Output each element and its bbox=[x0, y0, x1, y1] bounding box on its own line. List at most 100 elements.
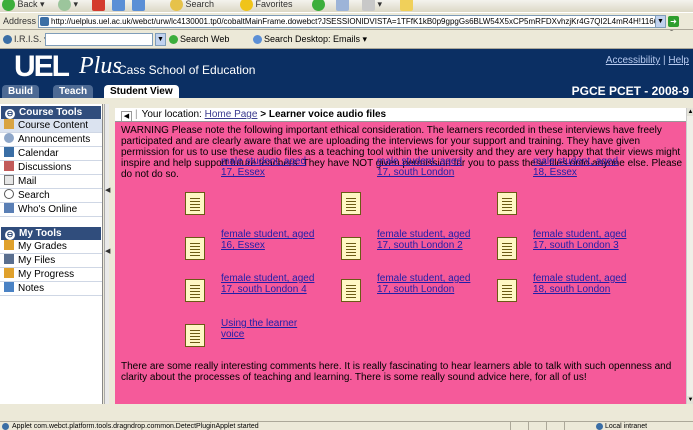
search-button[interactable]: Search bbox=[170, 0, 214, 12]
tab-bar: Build Teach Student View PGCE PCET - 200… bbox=[0, 84, 693, 98]
sidebar-item-notes[interactable]: Notes bbox=[0, 282, 102, 296]
document-icon[interactable] bbox=[185, 237, 205, 260]
document-icon[interactable] bbox=[341, 192, 361, 215]
history-icon bbox=[336, 0, 349, 12]
file-link[interactable]: male student, aged 17, south London bbox=[377, 156, 477, 178]
document-icon[interactable] bbox=[497, 237, 517, 260]
breadcrumb-divider: | bbox=[135, 109, 138, 120]
breadcrumb-separator: > bbox=[260, 109, 267, 120]
sidebar-item-my-progress[interactable]: My Progress bbox=[0, 268, 102, 282]
globe-icon bbox=[169, 35, 178, 45]
file-link[interactable]: female student, aged 17, south London bbox=[377, 273, 477, 295]
search-web-button[interactable]: Search Web bbox=[169, 34, 229, 45]
sidebar-item-announcements[interactable]: Announcements bbox=[0, 133, 102, 147]
collapse-arrow-icon[interactable]: ◀ bbox=[105, 186, 110, 194]
accessibility-link[interactable]: Accessibility bbox=[606, 55, 660, 66]
tab-build[interactable]: Build bbox=[2, 85, 39, 98]
status-cell bbox=[564, 422, 576, 430]
status-bar: Applet com.webct.platform.tools.dragndro… bbox=[0, 421, 693, 430]
iris-label[interactable]: I.R.I.S. ▾ bbox=[3, 34, 49, 45]
go-arrow-icon: ➜ bbox=[668, 16, 679, 28]
breadcrumb-home-link[interactable]: Home Page bbox=[205, 109, 258, 120]
stop-button[interactable] bbox=[92, 0, 105, 12]
history-button[interactable] bbox=[336, 0, 349, 12]
iris-search-input[interactable] bbox=[45, 33, 153, 46]
course-tools-heading[interactable]: ⊖ Course Tools bbox=[1, 106, 101, 119]
help-link[interactable]: Help bbox=[668, 55, 689, 66]
browser-toolbar: Back ▾ ▾ Search Favorites ▾ bbox=[0, 0, 693, 12]
file-link[interactable]: female student, aged 17, south London 2 bbox=[377, 229, 477, 251]
sidebar-item-mail[interactable]: Mail bbox=[0, 175, 102, 189]
document-icon[interactable] bbox=[341, 237, 361, 260]
file-link[interactable]: female student, aged 17, south London 4 bbox=[221, 273, 321, 295]
document-icon[interactable] bbox=[185, 279, 205, 302]
security-zone: Local intranet bbox=[596, 422, 647, 430]
file-link[interactable]: female student, aged 16, Essex bbox=[221, 229, 321, 251]
document-icon[interactable] bbox=[185, 192, 205, 215]
tab-student-view[interactable]: Student View bbox=[104, 85, 179, 98]
back-arrow-icon[interactable]: ◀ bbox=[121, 111, 132, 122]
sidebar-item-my-files[interactable]: My Files bbox=[0, 254, 102, 268]
discussion-icon bbox=[4, 161, 14, 171]
file-link[interactable]: male student, aged 18, Essex bbox=[533, 156, 633, 178]
file-link[interactable]: female student, aged 17, south London 3 bbox=[533, 229, 633, 251]
collapse-arrow-icon[interactable]: ◀ bbox=[105, 247, 110, 255]
home-button[interactable] bbox=[132, 0, 145, 12]
refresh-button[interactable] bbox=[112, 0, 125, 12]
iris-dropdown-arrow-icon[interactable]: ▼ bbox=[155, 33, 166, 46]
school-name: Cass School of Education bbox=[118, 63, 256, 77]
back-button[interactable]: Back ▾ bbox=[2, 0, 45, 12]
sidebar-splitter[interactable]: ◀ ◀ bbox=[104, 104, 110, 404]
address-label: Address bbox=[3, 16, 37, 26]
file-link[interactable]: male student, aged 17, Essex bbox=[221, 156, 321, 178]
sidebar-item-course-content[interactable]: Course Content bbox=[0, 119, 102, 133]
search-desktop-button[interactable]: Search Desktop: Emails ▾ bbox=[253, 34, 367, 45]
content-area: ◀ | Your location: Home Page > Learner voi… bbox=[115, 108, 686, 404]
address-bar: Address http://uelplus.uel.ac.uk/webct/u… bbox=[0, 12, 693, 39]
forward-button[interactable]: ▾ bbox=[58, 0, 78, 12]
folder-button[interactable] bbox=[400, 0, 413, 12]
scroll-down-icon[interactable]: ▼ bbox=[687, 396, 693, 404]
sidebar-item-calendar[interactable]: Calendar bbox=[0, 147, 102, 161]
sidebar-item-search[interactable]: Search bbox=[0, 189, 102, 203]
people-icon bbox=[4, 203, 14, 213]
applet-icon bbox=[2, 423, 9, 430]
megaphone-icon bbox=[4, 133, 14, 143]
logo-uel: UEL bbox=[14, 50, 70, 83]
calendar-icon bbox=[4, 147, 14, 157]
files-icon bbox=[4, 254, 14, 264]
iris-icon bbox=[3, 35, 12, 45]
status-cell bbox=[546, 422, 558, 430]
stop-icon bbox=[92, 0, 105, 12]
go-button[interactable]: ➜ Go bbox=[668, 15, 693, 39]
media-icon bbox=[312, 0, 325, 12]
document-icon[interactable] bbox=[497, 192, 517, 215]
document-icon[interactable] bbox=[497, 279, 517, 302]
media-button[interactable] bbox=[312, 0, 325, 12]
favorites-button[interactable]: Favorites bbox=[240, 0, 293, 12]
my-tools-heading[interactable]: ⊖ My Tools bbox=[1, 227, 101, 240]
address-input[interactable]: http://uelplus.uel.ac.uk/webct/urw/lc413… bbox=[38, 15, 666, 28]
document-icon[interactable] bbox=[185, 324, 205, 347]
file-link[interactable]: Using the learner voice bbox=[221, 318, 321, 340]
vertical-scrollbar[interactable]: ▲ ▼ bbox=[686, 108, 693, 404]
mail-icon bbox=[4, 175, 14, 185]
file-link[interactable]: female student, aged 18, south London bbox=[533, 273, 633, 295]
back-arrow-icon bbox=[2, 0, 15, 12]
status-cell bbox=[510, 422, 522, 430]
notes-icon bbox=[4, 282, 14, 292]
sidebar-item-my-grades[interactable]: My Grades bbox=[0, 240, 102, 254]
sidebar-item-whos-online[interactable]: Who's Online bbox=[0, 203, 102, 217]
mail-button[interactable]: ▾ bbox=[362, 0, 382, 12]
address-dropdown-arrow-icon[interactable]: ▼ bbox=[655, 15, 666, 28]
page-favicon-icon bbox=[40, 17, 49, 26]
tab-teach[interactable]: Teach bbox=[53, 85, 94, 98]
document-icon[interactable] bbox=[341, 279, 361, 302]
course-title: PGCE PCET - 2008-9 bbox=[571, 84, 689, 98]
home-icon bbox=[4, 119, 14, 129]
scroll-up-icon[interactable]: ▲ bbox=[687, 108, 693, 116]
search-icon bbox=[170, 0, 183, 12]
breadcrumb-current: Learner voice audio files bbox=[268, 109, 387, 120]
breadcrumb-prefix: Your location: bbox=[141, 109, 202, 120]
sidebar-item-discussions[interactable]: Discussions bbox=[0, 161, 102, 175]
